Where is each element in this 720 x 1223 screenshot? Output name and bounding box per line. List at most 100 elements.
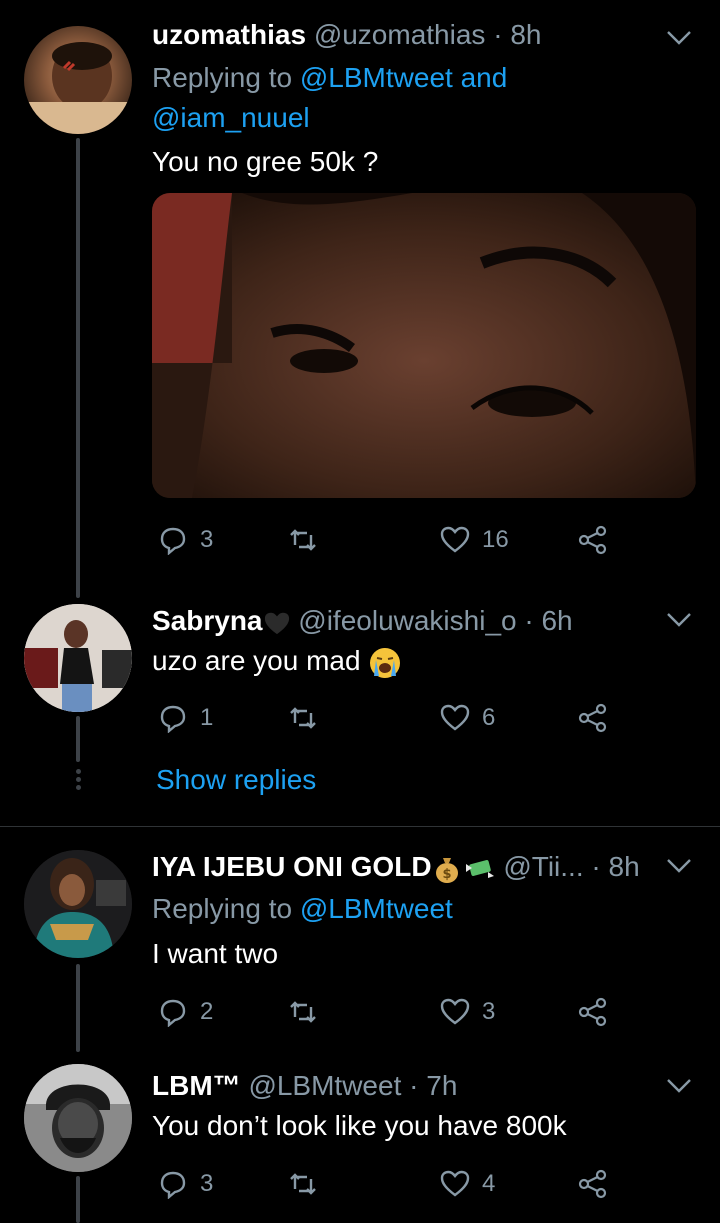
tweet-actions: 1 6	[152, 700, 622, 736]
replying-to-continued: @iam_nuuel	[152, 98, 310, 138]
show-replies-link[interactable]: Show replies	[156, 764, 316, 796]
tweet-text: You no gree 50k ?	[152, 146, 379, 177]
share-icon	[578, 703, 607, 733]
tweet-text-line: uzo are you mad	[152, 644, 402, 680]
separator: ·	[583, 851, 609, 882]
reply-button[interactable]: 2	[158, 994, 213, 1030]
retweet-icon	[290, 1173, 316, 1195]
reply-count: 3	[200, 526, 214, 553]
mention-link[interactable]: @LBMtweet	[300, 62, 453, 93]
thread-line	[76, 138, 80, 598]
share-icon	[578, 525, 607, 555]
share-button[interactable]	[578, 1166, 608, 1202]
thread-line	[76, 716, 80, 762]
tweet-actions: 3 4	[152, 1166, 622, 1202]
separator: ·	[485, 19, 511, 50]
reply-icon	[160, 705, 186, 733]
share-icon	[578, 997, 607, 1027]
like-count: 6	[482, 704, 496, 731]
display-name[interactable]: IYA IJEBU ONI GOLD	[152, 851, 432, 882]
reply-icon	[160, 999, 186, 1027]
display-name[interactable]: LBM™	[152, 1070, 241, 1101]
like-icon	[440, 704, 470, 731]
reply-count: 2	[200, 998, 214, 1025]
timestamp[interactable]: 8h	[609, 851, 640, 882]
like-count: 16	[482, 526, 509, 553]
tweet-header: LBM™ @LBMtweet · 7h	[152, 1069, 457, 1103]
separator: ·	[401, 1070, 427, 1101]
replying-to: Replying to @LBMtweet	[152, 889, 453, 929]
media-image	[152, 193, 696, 498]
chevron-down-icon[interactable]	[666, 612, 692, 628]
replying-to: Replying to @LBMtweet and	[152, 58, 507, 98]
money-bag-icon: $	[435, 857, 458, 883]
loudly-crying-face-icon	[370, 647, 401, 678]
tweet-text: I want two	[152, 938, 279, 969]
share-button[interactable]	[578, 700, 608, 736]
avatar[interactable]	[24, 604, 132, 712]
avatar[interactable]	[24, 26, 132, 134]
svg-text:$: $	[442, 867, 451, 882]
chevron-down-icon[interactable]	[666, 858, 692, 874]
like-icon	[440, 1170, 470, 1197]
mention-link[interactable]: @LBMtweet	[300, 893, 453, 924]
timestamp[interactable]: 6h	[541, 605, 572, 636]
reply-count: 1	[200, 704, 214, 731]
retweet-button[interactable]	[288, 522, 318, 558]
retweet-icon	[290, 707, 316, 729]
avatar-image	[24, 1064, 132, 1172]
like-button[interactable]: 6	[440, 700, 495, 736]
like-button[interactable]: 4	[440, 1166, 495, 1202]
mention-link[interactable]: @iam_nuuel	[152, 102, 310, 133]
like-button[interactable]: 16	[440, 522, 509, 558]
tweet-text: uzo are you mad	[152, 645, 361, 676]
reply-button[interactable]: 3	[158, 1166, 213, 1202]
thread-line	[76, 1176, 80, 1223]
retweet-button[interactable]	[288, 1166, 318, 1202]
tweet-media[interactable]	[152, 193, 696, 498]
chevron-down-icon[interactable]	[666, 1078, 692, 1094]
black-heart-icon	[264, 612, 289, 634]
retweet-icon	[290, 529, 316, 551]
like-button[interactable]: 3	[440, 994, 495, 1030]
handle[interactable]: @ifeoluwakishi_o	[298, 605, 516, 636]
tweet-actions: 2 3	[152, 994, 622, 1030]
tweet-header: Sabryna @ifeoluwakishi_o · 6h	[152, 604, 573, 638]
divider	[0, 826, 720, 827]
like-icon	[440, 998, 470, 1025]
display-name[interactable]: uzomathias	[152, 19, 306, 50]
retweet-button[interactable]	[288, 994, 318, 1030]
replying-and[interactable]: and	[453, 62, 508, 93]
replying-to-label: Replying to	[152, 893, 300, 924]
replying-to-label: Replying to	[152, 62, 300, 93]
handle[interactable]: @LBMtweet	[248, 1070, 401, 1101]
retweet-icon	[290, 1001, 316, 1023]
share-icon	[578, 1169, 607, 1199]
timestamp[interactable]: 7h	[426, 1070, 457, 1101]
reply-button[interactable]: 3	[158, 522, 213, 558]
retweet-button[interactable]	[288, 700, 318, 736]
like-count: 3	[482, 998, 496, 1025]
like-count: 4	[482, 1170, 496, 1197]
thread-line	[76, 964, 80, 1052]
reply-icon	[160, 527, 186, 555]
tweet-header: IYA IJEBU ONI GOLD $ @Tii... · 8h	[152, 850, 640, 884]
like-icon	[440, 526, 470, 553]
avatar[interactable]	[24, 1064, 132, 1172]
share-button[interactable]	[578, 994, 608, 1030]
avatar-image	[24, 604, 132, 712]
chevron-down-icon[interactable]	[666, 30, 692, 46]
reply-button[interactable]: 1	[158, 700, 213, 736]
avatar-image	[24, 850, 132, 958]
share-button[interactable]	[578, 522, 608, 558]
avatar-image	[24, 42, 132, 134]
reply-count: 3	[200, 1170, 214, 1197]
tweet-actions: 3 16	[152, 522, 622, 558]
display-name[interactable]: Sabryna	[152, 605, 263, 636]
handle[interactable]: @uzomathias	[314, 19, 486, 50]
handle[interactable]: @Tii...	[503, 851, 583, 882]
avatar[interactable]	[24, 850, 132, 958]
money-with-wings-icon	[465, 859, 494, 878]
timestamp[interactable]: 8h	[510, 19, 541, 50]
tweet-text: You don’t look like you have 800k	[152, 1110, 567, 1141]
